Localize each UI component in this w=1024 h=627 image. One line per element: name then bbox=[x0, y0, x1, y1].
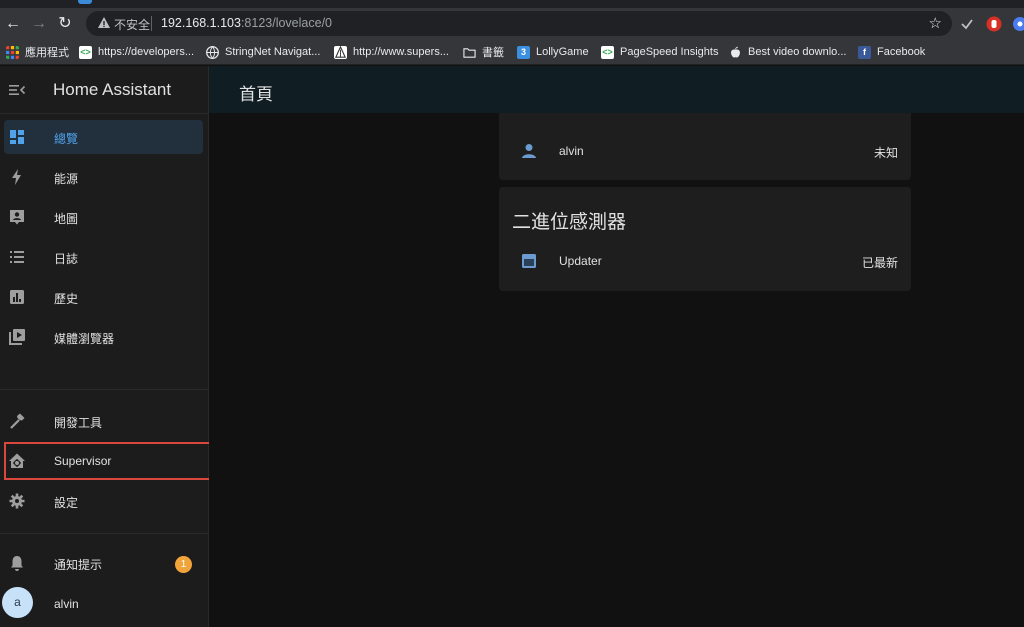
card-title: 二進位感測器 bbox=[512, 212, 627, 233]
sidebar-item-overview[interactable]: 總覽 bbox=[0, 120, 208, 154]
bookmark-label: 應用程式 bbox=[25, 47, 69, 59]
sidebar-item-label: 設定 bbox=[54, 496, 79, 510]
bookmark-label: LollyGame bbox=[536, 46, 589, 58]
entity-row-person[interactable]: alvin 未知 bbox=[499, 130, 911, 172]
bell-icon bbox=[11, 556, 23, 571]
entity-name: Updater bbox=[559, 254, 602, 268]
bookmarks-bar: 應用程式 <> https://developers... StringNet … bbox=[0, 39, 1024, 65]
sidebar-item-label: 日誌 bbox=[54, 252, 79, 266]
browser-toolbar: ← → ↻ 不安全 192.168.1.103:8123/lovelace/0 … bbox=[0, 8, 1024, 39]
sidebar-item-developer-tools[interactable]: 開發工具 bbox=[0, 404, 208, 438]
bookmark-apps[interactable]: 應用程式 bbox=[6, 44, 69, 60]
sidebar-item-energy[interactable]: 能源 bbox=[0, 160, 208, 194]
sidebar-item-label: 媒體瀏覽器 bbox=[54, 332, 115, 346]
sidebar: Home Assistant 總覽 能源 地圖 日誌 歷史 媒體瀏覽器 開發工具… bbox=[0, 66, 211, 627]
entity-row-updater[interactable]: Updater 已最新 bbox=[499, 243, 911, 279]
supervisor-highlight-annotation bbox=[4, 442, 211, 480]
insecure-label[interactable]: 不安全 bbox=[114, 16, 150, 33]
menu-collapse-icon[interactable] bbox=[8, 81, 26, 99]
address-bar[interactable]: 不安全 192.168.1.103:8123/lovelace/0 ☆ bbox=[86, 11, 952, 36]
hammer-icon bbox=[10, 413, 25, 429]
bookmark-label: Facebook bbox=[877, 46, 926, 58]
url-host: 192.168.1.103 bbox=[161, 16, 241, 30]
active-tab-indicator bbox=[78, 0, 92, 4]
bookmark-star-icon[interactable]: ☆ bbox=[929, 14, 942, 32]
map-account-icon bbox=[10, 210, 24, 225]
sidebar-item-label: 能源 bbox=[54, 172, 79, 186]
binary-sensor-card: 二進位感測器 Updater 已最新 bbox=[499, 187, 911, 291]
reload-button[interactable]: ↻ bbox=[55, 14, 75, 34]
code-favicon-icon: <> bbox=[79, 45, 92, 59]
bookmark-video[interactable]: Best video downlo... bbox=[729, 44, 846, 60]
sidebar-item-media-browser[interactable]: 媒體瀏覽器 bbox=[0, 320, 208, 354]
bookmark-facebook[interactable]: f Facebook bbox=[858, 44, 925, 60]
checkmark-extension-icon[interactable] bbox=[959, 16, 975, 32]
tree-favicon-icon bbox=[334, 45, 347, 59]
apple-icon bbox=[731, 46, 740, 57]
sidebar-divider bbox=[0, 533, 208, 534]
back-button[interactable]: ← bbox=[3, 14, 23, 34]
play-box-multiple-icon bbox=[9, 329, 25, 345]
folder-icon bbox=[463, 47, 476, 58]
list-icon bbox=[10, 251, 24, 263]
entity-name: alvin bbox=[559, 144, 584, 158]
person-card: alvin 未知 bbox=[499, 113, 911, 180]
chart-box-icon bbox=[10, 290, 24, 304]
sidebar-item-profile[interactable]: alvin bbox=[0, 586, 208, 620]
sidebar-item-map[interactable]: 地圖 bbox=[0, 200, 208, 234]
sidebar-item-label: 開發工具 bbox=[54, 416, 103, 430]
bookmark-label: PageSpeed Insights bbox=[620, 46, 719, 58]
entity-state: 未知 bbox=[873, 146, 898, 160]
facebook-icon: f bbox=[858, 45, 871, 59]
sidebar-header: Home Assistant bbox=[0, 66, 208, 114]
sidebar-divider bbox=[0, 389, 208, 390]
tab-strip bbox=[0, 0, 1024, 8]
sidebar-item-label: 地圖 bbox=[54, 212, 79, 226]
sidebar-item-label: 總覽 bbox=[54, 132, 79, 146]
omnibox-separator bbox=[151, 16, 152, 31]
bookmark-stringnet[interactable]: StringNet Navigat... bbox=[206, 44, 320, 60]
globe-icon bbox=[206, 45, 219, 59]
lollygame-favicon-icon: 3 bbox=[517, 45, 530, 59]
bookmark-label: http://www.supers... bbox=[353, 46, 449, 58]
sidebar-item-label: 通知提示 bbox=[54, 558, 103, 572]
code-favicon-icon: <> bbox=[601, 45, 614, 59]
gear-icon bbox=[9, 493, 25, 509]
url-path: :8123/lovelace/0 bbox=[240, 16, 332, 30]
lightning-icon bbox=[12, 169, 21, 185]
dashboard-view: alvin 未知 二進位感測器 Updater 已最新 bbox=[209, 113, 1024, 627]
app-header: 首頁 bbox=[209, 66, 1024, 113]
app-title: Home Assistant bbox=[53, 80, 172, 99]
sidebar-item-history[interactable]: 歷史 bbox=[0, 280, 208, 314]
sidebar-item-label: 歷史 bbox=[54, 292, 79, 306]
bookmark-label: Best video downlo... bbox=[748, 46, 847, 58]
bookmark-pagespeed[interactable]: <> PageSpeed Insights bbox=[601, 44, 718, 60]
red-hand-extension-icon[interactable] bbox=[986, 16, 1002, 32]
dashboard-icon bbox=[10, 130, 24, 144]
bookmark-folder[interactable]: 書籤 bbox=[463, 44, 504, 60]
sidebar-item-settings[interactable]: 設定 bbox=[0, 484, 208, 518]
account-icon bbox=[522, 144, 536, 158]
user-name: alvin bbox=[54, 597, 79, 611]
sidebar-item-logbook[interactable]: 日誌 bbox=[0, 240, 208, 274]
package-icon bbox=[522, 254, 536, 268]
url-text[interactable]: 192.168.1.103:8123/lovelace/0 bbox=[161, 16, 332, 30]
bookmark-developers[interactable]: <> https://developers... bbox=[79, 44, 194, 60]
bookmark-lollygame[interactable]: 3 LollyGame bbox=[517, 44, 589, 60]
entity-state: 已最新 bbox=[861, 256, 898, 270]
warning-icon bbox=[98, 17, 110, 28]
blue-extension-icon[interactable] bbox=[1012, 16, 1024, 32]
forward-button[interactable]: → bbox=[29, 14, 49, 34]
bookmark-label: 書籤 bbox=[482, 47, 504, 59]
notification-count-badge: 1 bbox=[175, 556, 192, 573]
page-title: 首頁 bbox=[239, 85, 273, 104]
bookmark-supers[interactable]: http://www.supers... bbox=[334, 44, 449, 60]
bookmark-label: https://developers... bbox=[98, 46, 194, 58]
apps-grid-icon bbox=[6, 45, 19, 59]
bookmark-label: StringNet Navigat... bbox=[225, 46, 321, 58]
active-item-highlight bbox=[4, 120, 203, 154]
